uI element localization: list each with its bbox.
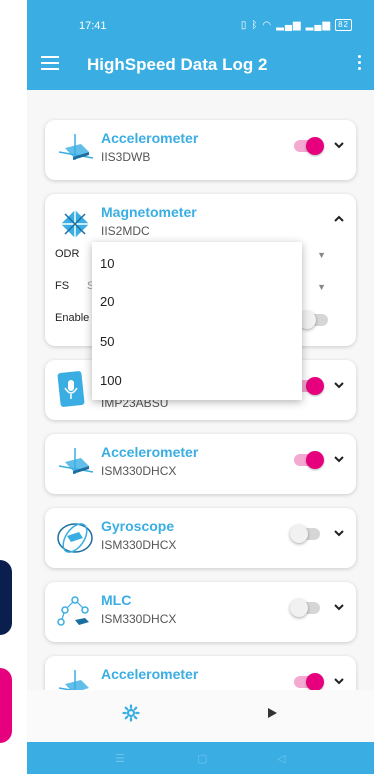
play-icon[interactable] — [265, 706, 279, 720]
chevron-down-icon[interactable] — [332, 452, 346, 466]
odr-option-10[interactable]: 10 — [100, 256, 114, 271]
status-icons: ▯ ᛒ ◠ ▂▄▆ ▂▄▆ 82 — [241, 19, 352, 31]
fs-label: FS — [55, 280, 70, 292]
sensor-subtitle: ISM330DHCX — [101, 464, 177, 478]
home-icon[interactable]: ▢ — [197, 752, 207, 765]
odr-option-20[interactable]: 20 — [100, 294, 114, 309]
sensor-card-accelerometer[interactable]: Accelerometer — [45, 656, 356, 690]
app-bar: HighSpeed Data Log 2 — [27, 40, 374, 90]
microphone-icon — [57, 371, 85, 407]
sensor-title: Magnetometer — [101, 204, 197, 220]
accelerometer-icon — [58, 134, 94, 160]
status-bar: 17:41 ▯ ᛒ ◠ ▂▄▆ ▂▄▆ 82 — [27, 0, 374, 40]
odr-dropdown-caret[interactable]: ▼ — [317, 250, 326, 260]
bluetooth-icon: ᛒ — [251, 19, 259, 31]
recent-apps-icon[interactable]: ☰ — [115, 752, 125, 765]
signal-icon: ▂▄▆ — [276, 19, 302, 31]
chevron-down-icon[interactable] — [332, 600, 346, 614]
status-time: 17:41 — [79, 20, 107, 32]
battery-icon: 82 — [335, 19, 352, 31]
sensor-toggle[interactable] — [290, 599, 320, 617]
odr-label: ODR — [55, 248, 80, 260]
sensor-card-accelerometer-ism330dhcx[interactable]: Accelerometer ISM330DHCX — [45, 434, 356, 494]
signal-icon-2: ▂▄▆ — [305, 19, 332, 31]
sensor-card-gyroscope-ism330dhcx[interactable]: Gyroscope ISM330DHCX — [45, 508, 356, 568]
sensor-card-mlc-ism330dhcx[interactable]: MLC ISM330DHCX — [45, 582, 356, 642]
fs-dropdown-caret[interactable]: ▼ — [317, 282, 326, 292]
sensor-toggle[interactable] — [294, 451, 324, 469]
sensor-subtitle: IIS2MDC — [101, 224, 150, 238]
odr-dropdown-menu[interactable]: 10 20 50 100 — [92, 242, 302, 400]
sensor-title: MLC — [101, 592, 132, 608]
accelerometer-icon — [58, 448, 94, 474]
phone-screen: 17:41 ▯ ᛒ ◠ ▂▄▆ ▂▄▆ 82 HighSpeed Data Lo… — [27, 0, 374, 774]
sensor-subtitle: ISM330DHCX — [101, 612, 177, 626]
sensor-title: Gyroscope — [101, 518, 175, 534]
more-options-icon[interactable] — [358, 55, 362, 73]
mlc-icon — [57, 596, 89, 626]
back-icon[interactable]: ◁ — [277, 752, 285, 765]
settings-icon[interactable] — [122, 704, 140, 722]
sensor-subtitle: ISM330DHCX — [101, 538, 177, 552]
sensor-toggle[interactable] — [294, 137, 324, 155]
accelerometer-icon — [58, 670, 89, 690]
vibrate-icon: ▯ — [240, 19, 248, 31]
chevron-down-icon[interactable] — [332, 674, 346, 688]
chevron-down-icon[interactable] — [332, 526, 346, 540]
enable-toggle[interactable] — [298, 311, 328, 329]
chevron-down-icon[interactable] — [332, 138, 346, 152]
bottom-action-bar — [27, 690, 374, 742]
gyroscope-icon — [57, 523, 93, 553]
sensor-toggle[interactable] — [294, 673, 324, 690]
sensor-toggle[interactable] — [290, 525, 320, 543]
sensor-title: Accelerometer — [101, 130, 199, 146]
sensor-title: Accelerometer — [101, 666, 199, 682]
magnetometer-icon — [59, 208, 91, 240]
odr-option-100[interactable]: 100 — [100, 373, 122, 388]
sensor-title: Accelerometer — [101, 444, 199, 460]
menu-icon[interactable] — [41, 56, 59, 70]
chevron-down-icon[interactable] — [332, 378, 346, 392]
system-nav-bar: ☰ ▢ ◁ — [27, 742, 374, 774]
chevron-up-icon[interactable] — [332, 212, 346, 226]
odr-option-50[interactable]: 50 — [100, 334, 114, 349]
enable-label: Enable — [55, 312, 90, 324]
wifi-icon: ◠ — [262, 19, 273, 31]
background-shape-navy — [0, 560, 12, 635]
background-shape-pink — [0, 668, 12, 743]
sensor-card-accelerometer-iis3dwb[interactable]: Accelerometer IIS3DWB — [45, 120, 356, 180]
sensor-subtitle: IIS3DWB — [101, 150, 151, 164]
app-title: HighSpeed Data Log 2 — [87, 55, 268, 74]
